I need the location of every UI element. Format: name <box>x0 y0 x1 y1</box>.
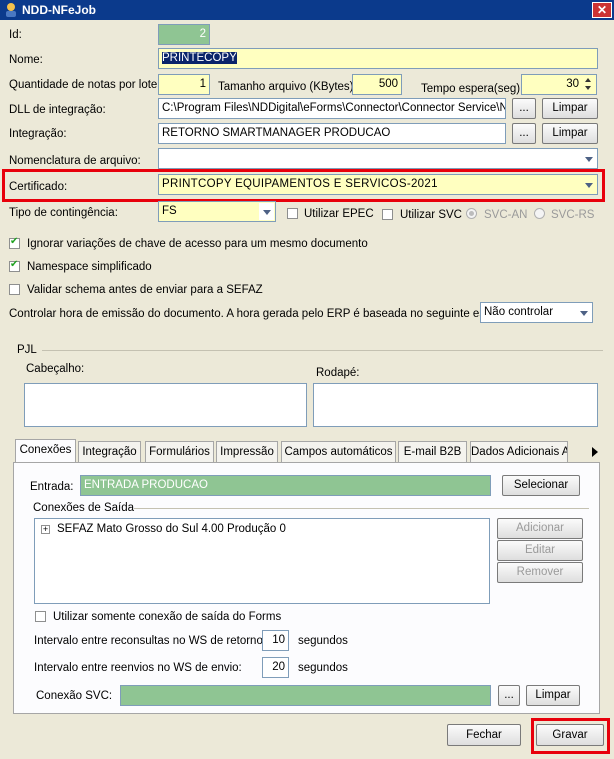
nomenclatura-label: Nomenclatura de arquivo: <box>9 155 141 167</box>
integracao-limpar-button[interactable]: Limpar <box>542 123 598 144</box>
integracao-field[interactable]: RETORNO SMARTMANAGER PRODUCAO <box>158 123 506 144</box>
fechar-button[interactable]: Fechar <box>447 724 521 746</box>
somente-label: Utilizar somente conexão de saída do For… <box>53 611 282 623</box>
svcan-label: SVC-AN <box>484 209 528 221</box>
dll-browse-button[interactable]: ... <box>512 98 536 119</box>
namespace-label: Namespace simplificado <box>27 261 152 273</box>
certificado-dropdown[interactable]: PRINTCOPY EQUIPAMENTOS E SERVICOS-2021 <box>158 174 598 195</box>
saida-group-label: Conexões de Saída <box>33 501 138 515</box>
reenvios-field[interactable]: 20 <box>262 657 289 678</box>
gravar-button[interactable]: Gravar <box>536 724 604 746</box>
nome-label: Nome: <box>9 54 43 66</box>
spin-up-icon[interactable] <box>582 76 595 84</box>
tempo-label: Tempo espera(seg): <box>421 83 524 95</box>
app-icon <box>6 3 16 17</box>
window-title: NDD-NFeJob <box>22 3 96 17</box>
saida-tree[interactable]: + SEFAZ Mato Grosso do Sul 4.00 Produção… <box>34 518 490 604</box>
entrada-field: ENTRADA PRODUCAO <box>80 475 491 496</box>
close-icon[interactable]: ✕ <box>592 2 612 18</box>
epec-checkbox[interactable] <box>287 208 298 219</box>
certificado-label: Certificado: <box>9 181 68 193</box>
dll-label: DLL de integração: <box>9 104 106 116</box>
svc-label: Utilizar SVC <box>400 209 462 221</box>
dll-limpar-button[interactable]: Limpar <box>542 98 598 119</box>
conexao-svc-field <box>120 685 491 706</box>
tempo-spinner[interactable] <box>582 76 595 93</box>
qtd-label: Quantidade de notas por lote: <box>9 79 161 91</box>
controlar-value: Não controlar <box>484 306 554 318</box>
chevron-down-icon[interactable] <box>259 203 274 220</box>
reconsultas-field[interactable]: 10 <box>262 630 289 651</box>
ignorar-checkbox[interactable] <box>9 236 20 249</box>
svcrs-radio[interactable] <box>534 208 545 219</box>
rodape-label: Rodapé: <box>316 367 360 379</box>
tab-dados-adicionais[interactable]: Dados Adicionais A <box>470 441 568 462</box>
saida-divider <box>134 508 589 509</box>
validar-label: Validar schema antes de enviar para a SE… <box>27 284 263 296</box>
title-bar: NDD-NFeJob ✕ <box>0 0 614 20</box>
chevron-down-icon[interactable] <box>576 304 591 321</box>
svc-checkbox[interactable] <box>382 209 393 220</box>
conexao-svc-label: Conexão SVC: <box>36 690 113 702</box>
nomenclatura-dropdown[interactable] <box>158 148 598 169</box>
reenvios-unit: segundos <box>298 662 348 674</box>
pjl-group-label: PJL <box>17 343 41 357</box>
tempo-field[interactable]: 30 <box>521 74 597 95</box>
id-label: Id: <box>9 29 22 41</box>
remover-button[interactable]: Remover <box>497 562 583 583</box>
tamanho-label: Tamanho arquivo (KBytes): <box>218 81 357 93</box>
reenvios-label: Intervalo entre reenvios no WS de envio: <box>34 662 242 674</box>
tab-formularios[interactable]: Formulários <box>145 441 214 462</box>
pjl-divider <box>42 350 603 351</box>
rodape-textarea[interactable] <box>313 383 598 427</box>
chevron-down-icon[interactable] <box>581 150 596 167</box>
tab-conexoes[interactable]: Conexões <box>15 439 76 462</box>
selecionar-button[interactable]: Selecionar <box>502 475 580 496</box>
controlar-dropdown[interactable]: Não controlar <box>480 302 593 323</box>
tab-impressao[interactable]: Impressão <box>216 441 278 462</box>
certificado-value: PRINTCOPY EQUIPAMENTOS E SERVICOS-2021 <box>162 178 438 190</box>
integracao-browse-button[interactable]: ... <box>512 123 536 144</box>
contingencia-label: Tipo de contingência: <box>9 207 118 219</box>
cabecalho-label: Cabeçalho: <box>26 363 85 375</box>
contingencia-value: FS <box>162 205 177 217</box>
cabecalho-textarea[interactable] <box>24 383 307 427</box>
chevron-down-icon[interactable] <box>581 176 596 193</box>
tempo-value: 30 <box>566 78 579 90</box>
tab-campos-automaticos[interactable]: Campos automáticos <box>281 441 396 462</box>
entrada-label: Entrada: <box>30 481 74 493</box>
svc-limpar-button[interactable]: Limpar <box>526 685 580 706</box>
id-field: 2 <box>158 24 210 45</box>
nome-field[interactable]: PRINTECOPY <box>158 48 598 69</box>
svc-browse-button[interactable]: ... <box>498 685 520 706</box>
reconsultas-unit: segundos <box>298 635 348 647</box>
validar-checkbox[interactable] <box>9 284 20 295</box>
contingencia-dropdown[interactable]: FS <box>158 201 276 222</box>
editar-button[interactable]: Editar <box>497 540 583 561</box>
tab-email-b2b[interactable]: E-mail B2B <box>398 441 467 462</box>
adicionar-button[interactable]: Adicionar <box>497 518 583 539</box>
tamanho-field[interactable]: 500 <box>352 74 402 95</box>
tree-item[interactable]: SEFAZ Mato Grosso do Sul 4.00 Produção 0 <box>57 522 286 536</box>
dll-field[interactable]: C:\Program Files\NDDigital\eForms\Connec… <box>158 98 506 119</box>
controlar-label: Controlar hora de emissão do documento. … <box>9 308 511 320</box>
namespace-checkbox[interactable] <box>9 259 20 272</box>
epec-label: Utilizar EPEC <box>304 208 374 220</box>
somente-checkbox[interactable] <box>35 611 46 622</box>
svcan-radio[interactable] <box>466 208 477 219</box>
qtd-field[interactable]: 1 <box>158 74 210 95</box>
spin-down-icon[interactable] <box>582 84 595 92</box>
svcrs-label: SVC-RS <box>551 209 595 221</box>
reconsultas-label: Intervalo entre reconsultas no WS de ret… <box>34 635 267 647</box>
integracao-label: Integração: <box>9 128 67 140</box>
expand-plus-icon[interactable]: + <box>41 525 50 534</box>
nome-value: PRINTECOPY <box>162 52 237 64</box>
ignorar-label: Ignorar variações de chave de acesso par… <box>27 238 368 250</box>
tab-integracao[interactable]: Integração <box>78 441 141 462</box>
chevron-right-icon[interactable] <box>590 446 600 458</box>
